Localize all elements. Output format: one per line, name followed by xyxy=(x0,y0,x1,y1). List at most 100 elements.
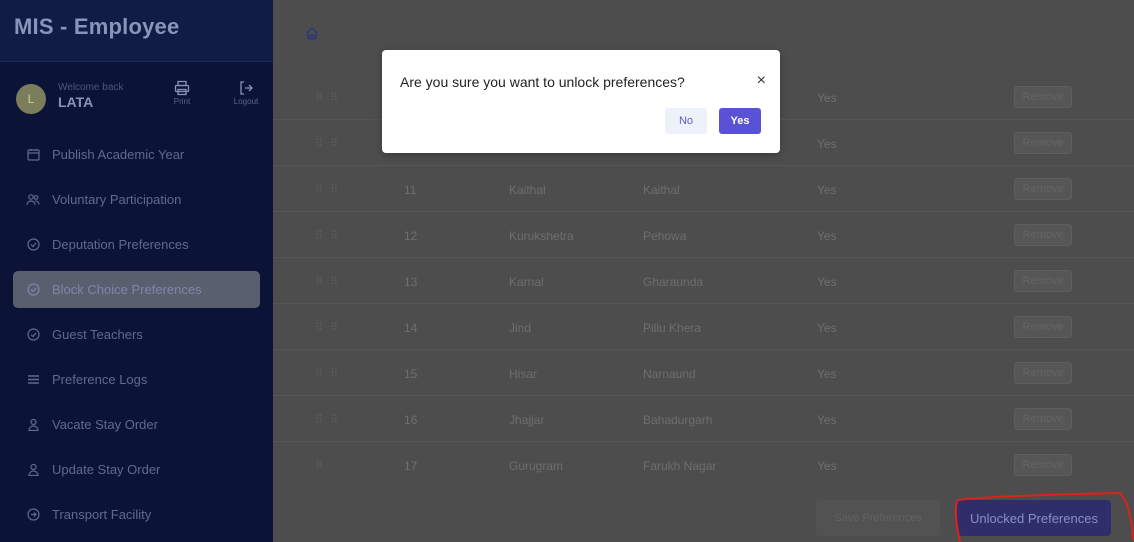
sidebar-header: MIS - Employee xyxy=(0,0,273,62)
block-cell: Narnaund xyxy=(643,367,696,381)
sidebar-item-vacate-stay-order[interactable]: Vacate Stay Order xyxy=(0,402,273,447)
sidebar-item-guest-teachers[interactable]: Guest Teachers xyxy=(0,312,273,357)
sidebar-item-label: Publish Academic Year xyxy=(52,147,185,162)
red-annotation-mark xyxy=(954,491,1134,542)
sidebar-item-label: Block Choice Preferences xyxy=(52,282,202,297)
sno-cell: 17 xyxy=(404,459,418,473)
sidebar-item-block-choice-preferences[interactable]: Block Choice Preferences xyxy=(13,271,260,308)
check-circle-icon xyxy=(26,328,40,342)
sidebar-item-label: Deputation Preferences xyxy=(52,237,189,252)
drag-handle-icon[interactable]: ⠿ ⠿ xyxy=(315,91,340,104)
block-cell: Gharaunda xyxy=(643,275,704,289)
block-cell: Farukh Nagar xyxy=(643,459,717,473)
user-icon xyxy=(26,418,40,432)
status-cell: Yes xyxy=(817,275,837,289)
remove-button[interactable]: Remove xyxy=(1014,224,1072,246)
list-icon xyxy=(26,373,40,387)
sno-cell: 16 xyxy=(404,413,418,427)
calendar-icon xyxy=(26,148,40,162)
sidebar-item-label: Guest Teachers xyxy=(52,327,143,342)
status-cell: Yes xyxy=(817,229,837,243)
sidebar-item-publish-academic-year[interactable]: Publish Academic Year xyxy=(0,132,273,177)
yes-button[interactable]: Yes xyxy=(719,108,761,134)
sidebar-nav: Publish Academic Year Voluntary Particip… xyxy=(0,132,273,537)
district-cell: Gurugram xyxy=(509,459,564,473)
remove-button[interactable]: Remove xyxy=(1014,362,1072,384)
sidebar-item-voluntary-participation[interactable]: Voluntary Participation xyxy=(0,177,273,222)
drag-handle-icon[interactable]: ⠿ ⠿ xyxy=(315,321,340,334)
table-row: ⠿ ⠿ 12 Kurukshetra Pehowa Yes Remove xyxy=(273,212,1134,258)
table-row: ⠿ ⠿ 15 Hisar Narnaund Yes Remove xyxy=(273,350,1134,396)
avatar: L xyxy=(16,84,46,114)
confirm-dialog: Are you sure you want to unlock preferen… xyxy=(382,50,780,153)
status-cell: Yes xyxy=(817,137,837,151)
drag-handle-icon[interactable]: ⠿ ⠿ xyxy=(315,229,340,242)
block-cell: Pehowa xyxy=(643,229,687,243)
remove-button[interactable]: Remove xyxy=(1014,454,1072,476)
logout-icon xyxy=(240,81,253,95)
status-cell: Yes xyxy=(817,367,837,381)
district-cell: Hisar xyxy=(509,367,538,381)
table-row: ⠿ ⠿ 16 Jhajjar Bahadurgarh Yes Remove xyxy=(273,396,1134,442)
circle-arrow-icon xyxy=(26,508,40,522)
district-cell: Kurukshetra xyxy=(509,229,574,243)
sno-cell: 13 xyxy=(404,275,418,289)
sidebar: MIS - Employee L Welcome back LATA Print… xyxy=(0,0,273,542)
table-row: ⠿ ⠿ 13 Karnal Gharaunda Yes Remove xyxy=(273,258,1134,304)
user-name: LATA xyxy=(58,94,94,110)
block-cell: Pillu Khera xyxy=(643,321,702,335)
user-icon xyxy=(26,463,40,477)
remove-button[interactable]: Remove xyxy=(1014,178,1072,200)
status-cell: Yes xyxy=(817,91,837,105)
sidebar-item-label: Voluntary Participation xyxy=(52,192,182,207)
printer-icon xyxy=(174,80,190,96)
sidebar-item-label: Update Stay Order xyxy=(52,462,161,477)
status-cell: Yes xyxy=(817,183,837,197)
sno-cell: 11 xyxy=(404,183,417,197)
save-preferences-button[interactable]: Save Preferences xyxy=(816,500,940,536)
home-icon[interactable] xyxy=(305,26,319,45)
table-row: ⠿ ⠿ 11 Kaithal Kaithal Yes Remove xyxy=(273,166,1134,212)
remove-button[interactable]: Remove xyxy=(1014,270,1072,292)
sno-cell: 15 xyxy=(404,367,418,381)
drag-handle-icon[interactable]: ⠿ xyxy=(315,459,325,472)
remove-button[interactable]: Remove xyxy=(1014,132,1072,154)
district-cell: Karnal xyxy=(509,275,544,289)
welcome-text: Welcome back xyxy=(58,82,124,93)
sno-cell: 12 xyxy=(404,229,418,243)
sidebar-item-label: Preference Logs xyxy=(52,372,148,387)
app-window: MIS - Employee L Welcome back LATA Print… xyxy=(0,0,1134,542)
dialog-message: Are you sure you want to unlock preferen… xyxy=(400,74,685,90)
drag-handle-icon[interactable]: ⠿ ⠿ xyxy=(315,367,340,380)
app-title: MIS - Employee xyxy=(14,14,180,39)
no-button[interactable]: No xyxy=(665,108,707,134)
print-button[interactable]: Print xyxy=(162,80,202,106)
status-cell: Yes xyxy=(817,459,837,473)
table-row: ⠿ 17 Gurugram Farukh Nagar Yes Remove xyxy=(273,442,1134,488)
drag-handle-icon[interactable]: ⠿ ⠿ xyxy=(315,413,340,426)
sno-cell: 14 xyxy=(404,321,418,335)
logout-button[interactable]: Logout xyxy=(226,80,266,106)
close-icon[interactable]: × xyxy=(757,72,766,90)
sidebar-item-label: Vacate Stay Order xyxy=(52,417,158,432)
sidebar-item-transport-facility[interactable]: Transport Facility xyxy=(0,492,273,537)
drag-handle-icon[interactable]: ⠿ ⠿ xyxy=(315,183,340,196)
drag-handle-icon[interactable]: ⠿ ⠿ xyxy=(315,137,340,150)
district-cell: Jind xyxy=(509,321,532,335)
check-circle-icon xyxy=(26,238,40,252)
sidebar-item-preference-logs[interactable]: Preference Logs xyxy=(0,357,273,402)
remove-button[interactable]: Remove xyxy=(1014,316,1072,338)
drag-handle-icon[interactable]: ⠿ ⠿ xyxy=(315,275,340,288)
print-label: Print xyxy=(173,97,191,106)
block-cell: Kaithal xyxy=(643,183,680,197)
sidebar-item-update-stay-order[interactable]: Update Stay Order xyxy=(0,447,273,492)
status-cell: Yes xyxy=(817,321,837,335)
sidebar-item-label: Transport Facility xyxy=(52,507,152,522)
block-cell: Bahadurgarh xyxy=(643,413,713,427)
sidebar-item-deputation-preferences[interactable]: Deputation Preferences xyxy=(0,222,273,267)
check-circle-icon xyxy=(26,283,40,297)
remove-button[interactable]: Remove xyxy=(1014,86,1072,108)
status-cell: Yes xyxy=(817,413,837,427)
remove-button[interactable]: Remove xyxy=(1014,408,1072,430)
users-icon xyxy=(26,193,40,207)
